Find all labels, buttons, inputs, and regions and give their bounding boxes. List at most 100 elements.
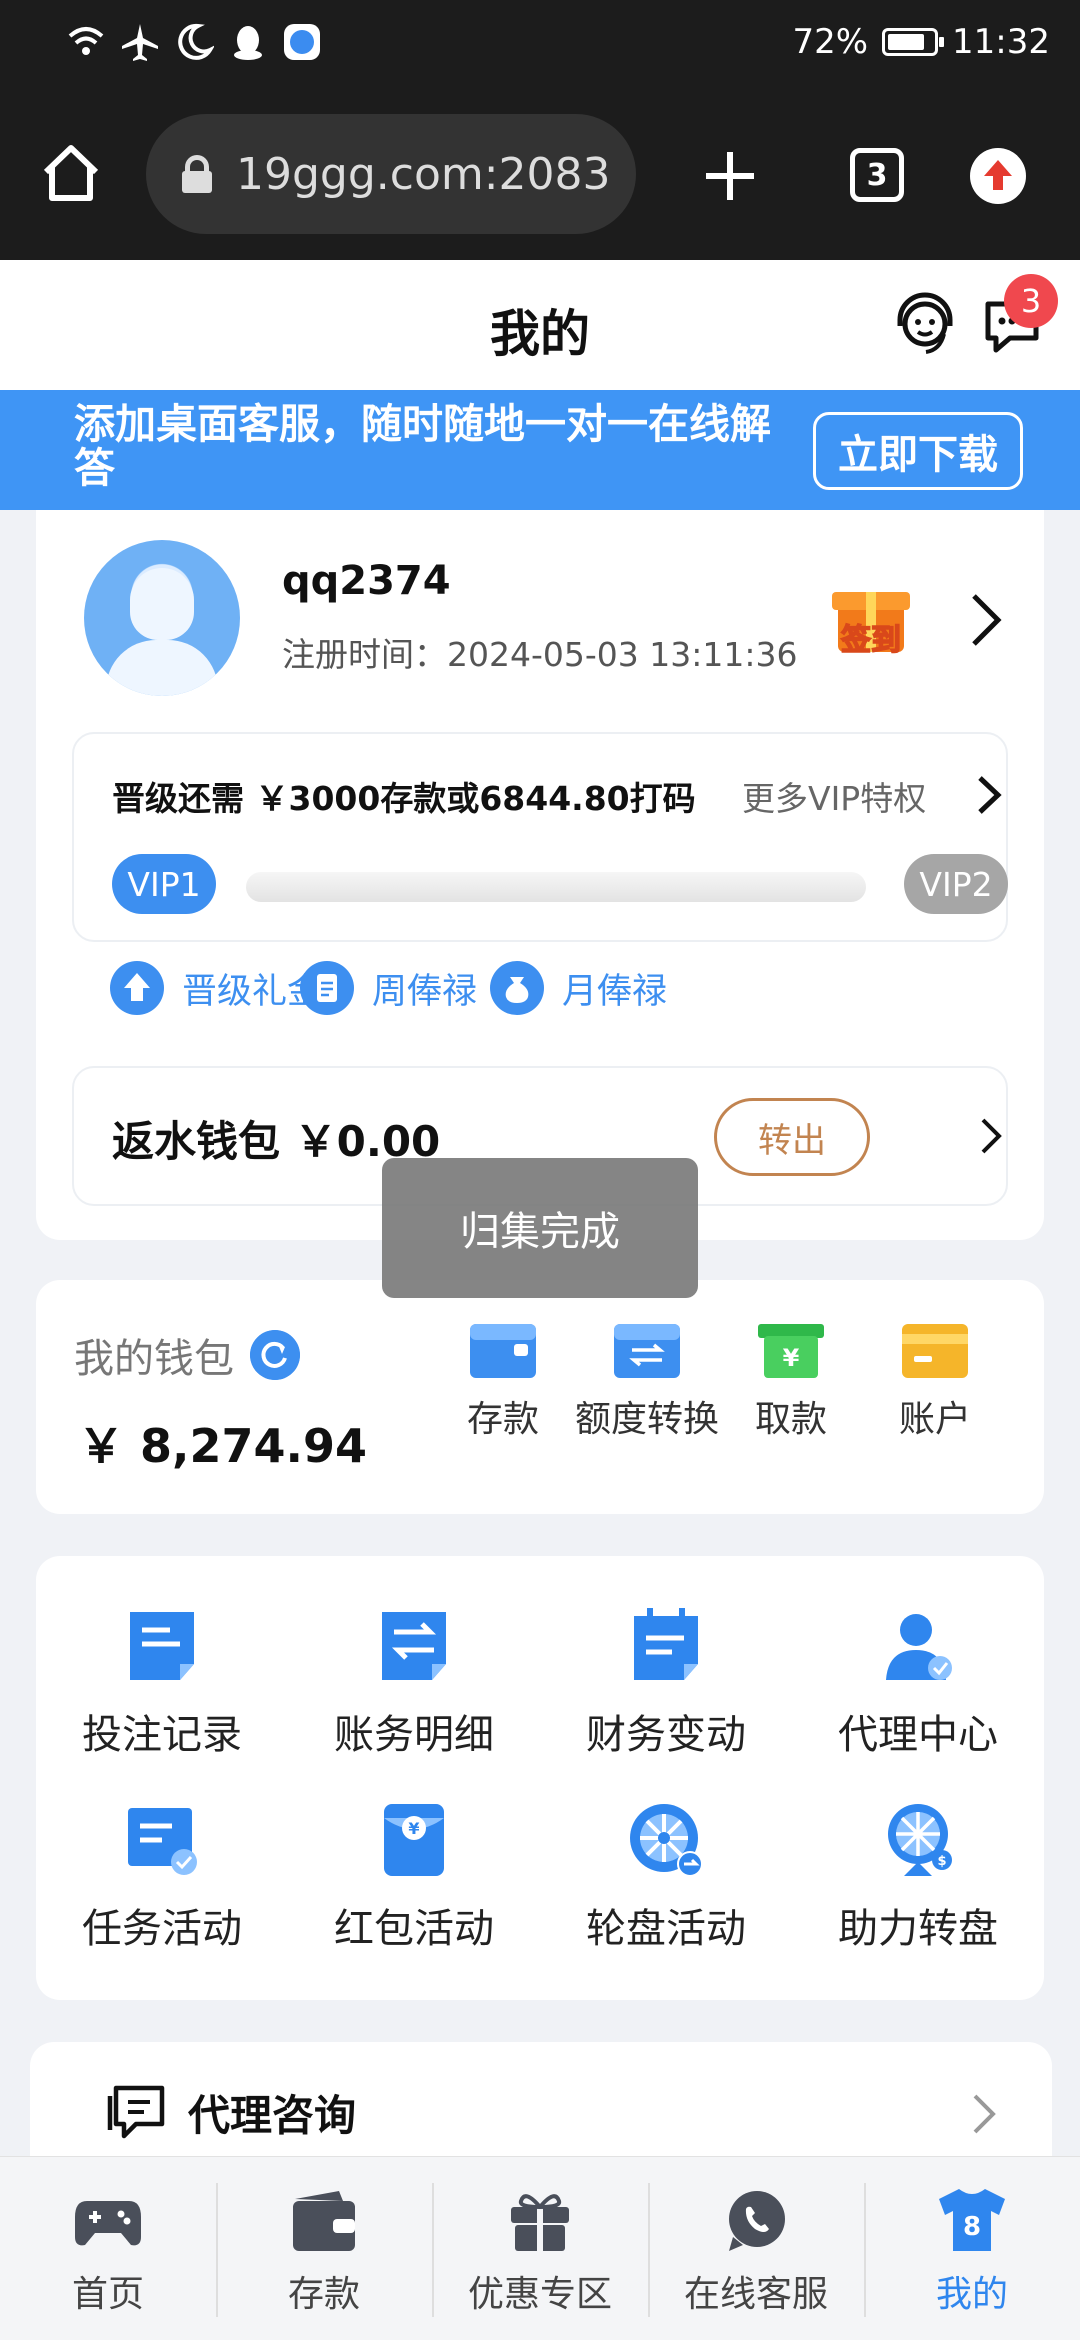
page-header: 我的 3 (0, 260, 1080, 390)
menu-grid-card: 投注记录 账务明细 财务变动 代理中心 任务活动 ¥ 红包活动 轮盘活动 $ 助… (36, 1556, 1044, 2000)
menu-label: 轮盘活动 (586, 1906, 746, 1952)
menu-agent-center[interactable]: 代理中心 (792, 1606, 1044, 1760)
chevron-right-icon[interactable] (978, 1116, 1004, 1156)
wallet-action-transfer[interactable]: 额度转换 (572, 1320, 722, 1442)
weekly-salary-icon (300, 961, 354, 1015)
browser-toolbar: 19ggg.com:2083 3 (0, 90, 1080, 260)
customer-service-icon[interactable] (890, 290, 960, 360)
nav-deposit[interactable]: 存款 (216, 2157, 432, 2340)
register-time: 注册时间：2024-05-03 13:11:36 (282, 628, 797, 676)
chevron-right-icon[interactable] (974, 774, 1004, 816)
account-details-icon (374, 1606, 454, 1686)
menu-label: 任务活动 (82, 1906, 242, 1952)
lock-icon (182, 155, 212, 193)
status-icons-left (66, 22, 322, 62)
wallet-action-withdraw[interactable]: ¥ 取款 (716, 1320, 866, 1442)
finance-change-icon (626, 1606, 706, 1686)
current-vip-badge: VIP1 (112, 854, 216, 914)
vip-requirement-text: 晋级还需 ￥3000存款或6844.80打码 (112, 779, 696, 818)
register-label: 注册时间： (282, 635, 447, 674)
url-text: 19ggg.com:2083 (236, 148, 611, 200)
roulette-icon (626, 1800, 706, 1880)
wallet-action-account[interactable]: 账户 (860, 1320, 1010, 1442)
signin-gift-icon[interactable]: 签到 (816, 572, 926, 668)
battery-icon (882, 28, 945, 56)
withdraw-icon: ¥ (758, 1320, 824, 1378)
perk-label: 周俸禄 (372, 971, 478, 1012)
status-bar: 72% 11:32 (0, 0, 1080, 90)
wallet-action-label: 取款 (754, 1399, 827, 1440)
menu-bet-record[interactable]: 投注记录 (36, 1606, 288, 1760)
perk-upgrade-gift[interactable]: 晋级礼金 (110, 950, 322, 1026)
message-badge: 3 (1004, 274, 1058, 328)
signin-label: 签到 (841, 623, 901, 658)
refresh-icon[interactable] (250, 1330, 300, 1380)
menu-lucky-wheel[interactable]: $ 助力转盘 (792, 1800, 1044, 1954)
bet-record-icon (122, 1606, 202, 1686)
menu-roulette[interactable]: 轮盘活动 (540, 1800, 792, 1954)
nav-label: 我的 (935, 2274, 1008, 2315)
perk-label: 月俸禄 (562, 971, 668, 1012)
wallet-title: 我的钱包 (74, 1336, 234, 1382)
register-time-value: 2024-05-03 13:11:36 (447, 635, 798, 674)
menu-account-details[interactable]: 账务明细 (288, 1606, 540, 1760)
address-bar[interactable]: 19ggg.com:2083 (146, 114, 636, 234)
nav-label: 存款 (287, 2274, 360, 2315)
whatsapp-chat-icon (721, 2187, 791, 2253)
nav-home[interactable]: 首页 (0, 2157, 216, 2340)
toast-message: 归集完成 (382, 1158, 698, 1298)
gift-icon (505, 2187, 575, 2253)
battery-percent: 72% (792, 22, 869, 62)
perk-weekly-salary[interactable]: 周俸禄 (300, 950, 477, 1026)
chevron-right-icon[interactable] (966, 590, 1006, 650)
next-vip-badge: VIP2 (904, 854, 1008, 914)
chat-bubble-icon (107, 2085, 165, 2139)
menu-label: 代理中心 (838, 1712, 998, 1758)
svg-text:8: 8 (963, 2212, 981, 2242)
wallet-icon (289, 2187, 359, 2253)
nav-label: 优惠专区 (467, 2274, 612, 2315)
nav-label: 在线客服 (683, 2274, 828, 2315)
home-icon[interactable] (40, 142, 102, 204)
task-activity-icon (122, 1800, 202, 1880)
status-icons-right: 72% 11:32 (792, 22, 1050, 62)
account-card-icon (902, 1320, 968, 1378)
rebate-label: 返水钱包 (112, 1117, 281, 1166)
wallet-action-label: 账户 (898, 1399, 971, 1440)
vip-progress-box: 晋级还需 ￥3000存款或6844.80打码 更多VIP特权 VIP1 VIP2 (72, 732, 1008, 942)
transfer-out-button[interactable]: 转出 (714, 1098, 870, 1176)
menu-label: 红包活动 (334, 1906, 494, 1952)
upgrade-gift-icon (110, 961, 164, 1015)
nav-promotions[interactable]: 优惠专区 (432, 2157, 648, 2340)
tab-switcher-button[interactable]: 3 (850, 148, 904, 202)
avatar[interactable] (84, 540, 240, 696)
vip-perks: 晋级礼金 周俸禄 月俸禄 (72, 950, 1008, 1026)
upload-arrow-icon[interactable] (970, 148, 1026, 204)
wallet-action-deposit[interactable]: 存款 (428, 1320, 578, 1442)
bottom-navigation: 首页 存款 优惠专区 在线客服 8 我的 (0, 2156, 1080, 2340)
chevron-right-icon (973, 2094, 996, 2134)
svg-text:$: $ (937, 1854, 946, 1869)
nav-mine[interactable]: 8 我的 (864, 2157, 1080, 2340)
red-packet-icon: ¥ (374, 1800, 454, 1880)
wallet-action-label: 存款 (466, 1399, 539, 1440)
menu-finance-change[interactable]: 财务变动 (540, 1606, 792, 1760)
menu-label: 财务变动 (586, 1712, 746, 1758)
wifi-icon (68, 27, 104, 55)
gamepad-icon (73, 2187, 143, 2253)
username: qq2374 (282, 558, 451, 604)
new-tab-icon[interactable] (700, 146, 760, 206)
menu-label: 助力转盘 (838, 1906, 998, 1952)
download-now-button[interactable]: 立即下载 (813, 412, 1023, 490)
perk-monthly-salary[interactable]: 月俸禄 (490, 950, 667, 1026)
nav-label: 首页 (71, 2274, 144, 2315)
deposit-icon (470, 1320, 536, 1378)
monthly-salary-icon (490, 961, 544, 1015)
svg-text:¥: ¥ (783, 1344, 800, 1372)
more-vip-link[interactable]: 更多VIP特权 (742, 772, 926, 820)
nav-online-service[interactable]: 在线客服 (648, 2157, 864, 2340)
menu-task-activity[interactable]: 任务活动 (36, 1800, 288, 1954)
profile-card: qq2374 注册时间：2024-05-03 13:11:36 签到 晋级还需 … (36, 510, 1044, 1240)
menu-red-packet[interactable]: ¥ 红包活动 (288, 1800, 540, 1954)
banner-text: 添加桌面客服，随时随地一对一在线解答 (74, 400, 771, 492)
